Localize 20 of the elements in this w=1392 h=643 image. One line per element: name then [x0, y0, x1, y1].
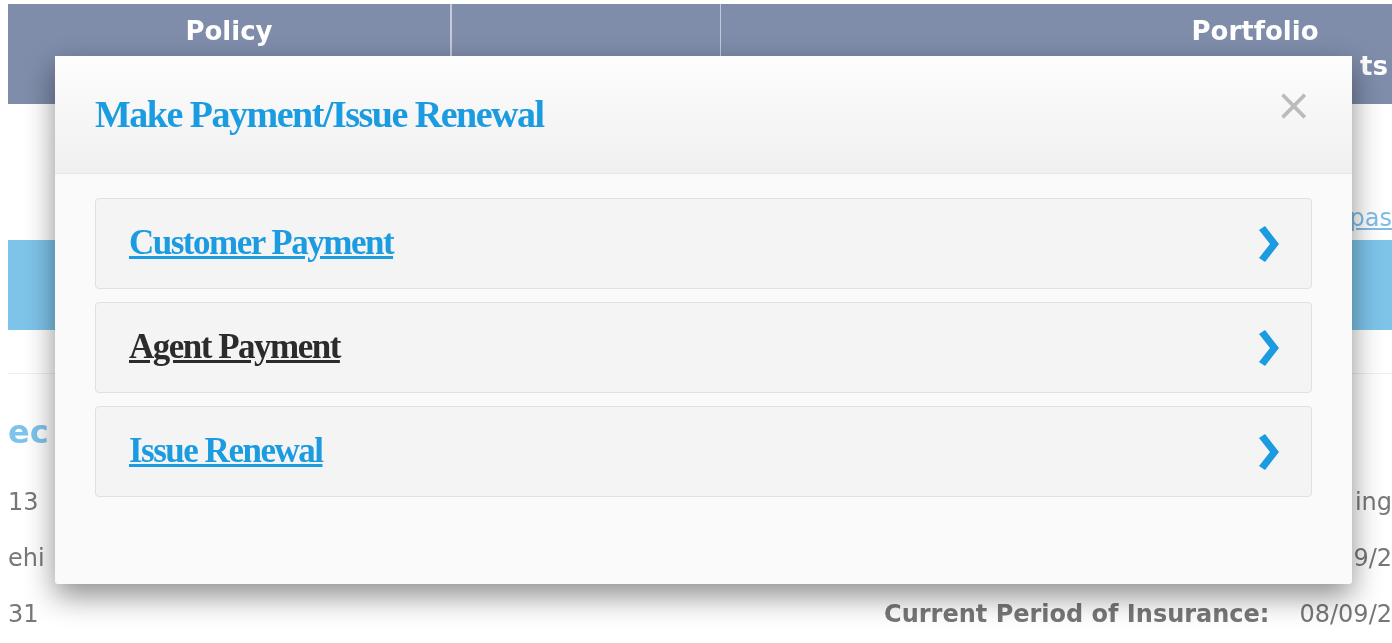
- nav-tab[interactable]: ts: [1360, 51, 1388, 83]
- nav-tab[interactable]: Policy: [185, 16, 273, 48]
- field-value: ing: [1354, 487, 1392, 518]
- option-row[interactable]: Agent Payment: [95, 302, 1312, 393]
- field-value: ehi: [8, 543, 45, 574]
- field-value: 31: [8, 599, 39, 630]
- option-row[interactable]: Issue Renewal: [95, 406, 1312, 497]
- option-link[interactable]: Issue Renewal: [129, 425, 323, 478]
- close-button[interactable]: ×: [1275, 82, 1312, 127]
- link[interactable]: pas: [1349, 200, 1392, 236]
- field-label: Current Period of Insurance:: [884, 599, 1270, 630]
- modal-title: Make Payment/Issue Renewal: [95, 91, 544, 137]
- field-value: 9/2: [1353, 543, 1392, 574]
- option-row[interactable]: Customer Payment: [95, 198, 1312, 289]
- option-link[interactable]: Agent Payment: [129, 321, 340, 374]
- section-heading: ec: [7, 412, 49, 453]
- field-value: 08/09/2: [1299, 599, 1392, 630]
- option-link[interactable]: Customer Payment: [129, 217, 394, 270]
- field-value: 13: [8, 487, 39, 518]
- nav-tab[interactable]: Portfolio: [1191, 16, 1319, 48]
